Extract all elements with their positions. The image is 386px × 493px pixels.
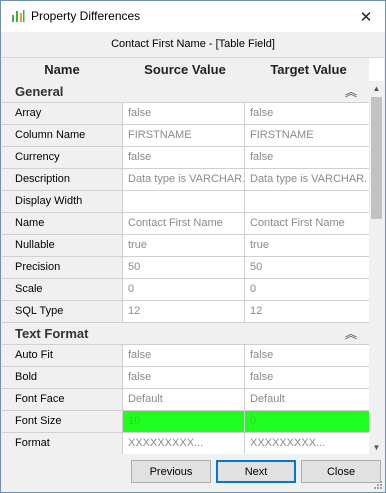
object-subtitle: Contact First Name - [Table Field] — [1, 32, 385, 57]
source-value: 50 — [123, 257, 245, 278]
window-title: Property Differences — [31, 9, 141, 23]
property-row[interactable]: Nullable true true — [2, 235, 369, 257]
scroll-up-arrow-icon[interactable]: ▲ — [369, 81, 384, 96]
property-row[interactable]: Scale 0 0 — [2, 279, 369, 301]
vertical-scrollbar[interactable]: ▲ ▼ — [369, 81, 384, 454]
property-row[interactable]: Currency false false — [2, 147, 369, 169]
previous-button[interactable]: Previous — [131, 460, 211, 483]
target-value: Default — [250, 393, 285, 405]
target-value: 50 — [250, 261, 263, 273]
source-value: Data type is VARCHAR. — [123, 169, 245, 190]
target-value: Contact First Name — [250, 217, 345, 229]
target-value: false — [250, 107, 274, 119]
target-value: XXXXXXXXX... — [250, 437, 326, 449]
property-name: Scale — [2, 279, 123, 300]
source-value: true — [123, 235, 245, 256]
target-value: 12 — [250, 305, 263, 317]
title-bar[interactable]: Property Differences ✕ — [1, 1, 385, 32]
source-value — [123, 191, 245, 212]
property-row-different[interactable]: Font Size 10 0 — [2, 411, 369, 433]
source-value: XXXXXXXXX... — [123, 433, 245, 454]
source-value: 10 — [123, 411, 245, 432]
target-value: Data type is VARCHAR. — [250, 173, 368, 185]
property-name: Precision — [2, 257, 123, 278]
target-value — [245, 191, 369, 212]
property-row[interactable]: Description Data type is VARCHAR. Data t… — [2, 169, 369, 191]
property-name: Name — [2, 213, 123, 234]
scroll-down-arrow-icon[interactable]: ▼ — [369, 440, 384, 454]
source-value: FIRSTNAME — [123, 125, 245, 146]
property-name: Display Width — [2, 191, 123, 212]
resize-grip-icon[interactable] — [373, 480, 383, 490]
property-grid: Name Source Value Target Value General ︽… — [2, 57, 384, 454]
source-value: 12 — [123, 301, 245, 322]
column-headers: Name Source Value Target Value — [2, 58, 369, 81]
property-name: Font Size — [2, 411, 123, 432]
property-name: SQL Type — [2, 301, 123, 322]
target-value: true — [250, 239, 269, 251]
property-row[interactable]: Display Width — [2, 191, 369, 213]
double-chevron-up-icon[interactable]: ︽ — [345, 325, 357, 342]
column-header-source[interactable]: Source Value — [122, 62, 248, 77]
property-row[interactable]: Name Contact First Name Contact First Na… — [2, 213, 369, 235]
close-icon[interactable]: ✕ — [348, 1, 384, 32]
target-value: false — [250, 349, 274, 361]
scrollbar-thumb[interactable] — [371, 97, 382, 219]
target-value: 0 — [250, 283, 257, 295]
next-button[interactable]: Next — [216, 460, 296, 483]
property-row[interactable]: Array false false — [2, 103, 369, 125]
close-button[interactable]: Close — [301, 460, 381, 483]
source-value: false — [123, 345, 245, 366]
property-name: Auto Fit — [2, 345, 123, 366]
property-name: Description — [2, 169, 123, 190]
property-name: Font Face — [2, 389, 123, 410]
source-value: 0 — [123, 279, 245, 300]
dialog-footer: Previous Next Close — [1, 454, 385, 492]
group-label: Text Format — [15, 326, 89, 341]
source-value: false — [123, 367, 245, 388]
property-row[interactable]: Column Name FIRSTNAME FIRSTNAME — [2, 125, 369, 147]
property-diff-icon — [12, 10, 25, 22]
group-header-general[interactable]: General ︽ — [2, 81, 369, 103]
property-differences-window: Property Differences ✕ Contact First Nam… — [0, 0, 386, 493]
property-name: Bold — [2, 367, 123, 388]
source-value: false — [123, 103, 245, 124]
group-header-text-format[interactable]: Text Format ︽ — [2, 323, 369, 345]
source-value: Default — [123, 389, 245, 410]
column-header-name[interactable]: Name — [2, 62, 122, 77]
property-row[interactable]: Font Face Default Default — [2, 389, 369, 411]
source-value: Contact First Name — [123, 213, 245, 234]
property-rows: General ︽ Array false false Column Name … — [2, 81, 369, 454]
property-row[interactable]: Format XXXXXXXXX... XXXXXXXXX... — [2, 433, 369, 454]
property-row[interactable]: Bold false false — [2, 367, 369, 389]
property-name: Currency — [2, 147, 123, 168]
property-row[interactable]: Precision 50 50 — [2, 257, 369, 279]
property-name: Column Name — [2, 125, 123, 146]
target-value: FIRSTNAME — [250, 129, 314, 141]
group-label: General — [15, 84, 64, 99]
target-value: false — [250, 371, 274, 383]
property-row[interactable]: Auto Fit false false — [2, 345, 369, 367]
property-name: Array — [2, 103, 123, 124]
source-value: false — [123, 147, 245, 168]
double-chevron-up-icon[interactable]: ︽ — [345, 83, 357, 100]
property-name: Format — [2, 433, 123, 454]
property-row[interactable]: SQL Type 12 12 — [2, 301, 369, 323]
property-name: Nullable — [2, 235, 123, 256]
column-header-target[interactable]: Target Value — [248, 62, 369, 77]
target-value: 0 — [245, 411, 369, 432]
target-value: false — [250, 151, 274, 163]
